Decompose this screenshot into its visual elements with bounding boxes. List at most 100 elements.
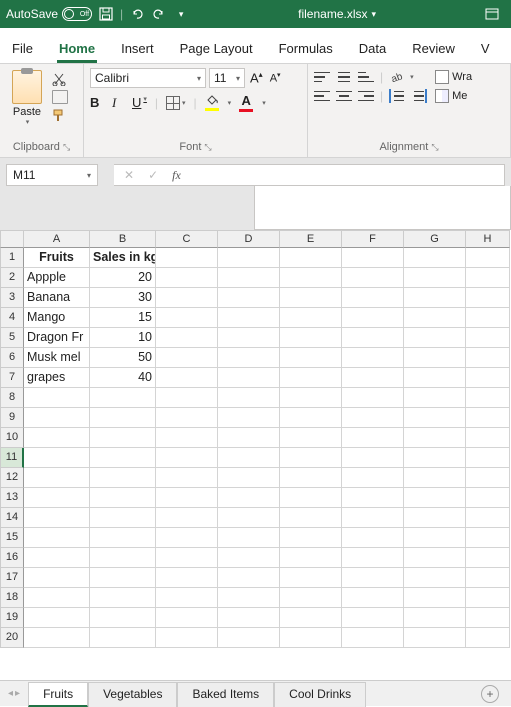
sheet-tab-fruits[interactable]: Fruits bbox=[28, 682, 88, 707]
cell-G11[interactable] bbox=[404, 448, 466, 468]
cell-E11[interactable] bbox=[280, 448, 342, 468]
cell-D18[interactable] bbox=[218, 588, 280, 608]
cell-B20[interactable] bbox=[90, 628, 156, 648]
cell-A17[interactable] bbox=[24, 568, 90, 588]
formula-input[interactable] bbox=[191, 164, 505, 186]
cell-H6[interactable] bbox=[466, 348, 510, 368]
column-header-E[interactable]: E bbox=[280, 230, 342, 248]
cell-A1[interactable]: Fruits bbox=[24, 248, 90, 268]
column-header-G[interactable]: G bbox=[404, 230, 466, 248]
cell-F18[interactable] bbox=[342, 588, 404, 608]
cell-E1[interactable] bbox=[280, 248, 342, 268]
cell-E13[interactable] bbox=[280, 488, 342, 508]
cell-B15[interactable] bbox=[90, 528, 156, 548]
row-header-4[interactable]: 4 bbox=[0, 308, 24, 328]
cell-A13[interactable] bbox=[24, 488, 90, 508]
row-header-12[interactable]: 12 bbox=[0, 468, 24, 488]
cell-E15[interactable] bbox=[280, 528, 342, 548]
cell-F17[interactable] bbox=[342, 568, 404, 588]
merge-center-button[interactable]: Me bbox=[435, 89, 472, 103]
title-dropdown-icon[interactable]: ▾ bbox=[372, 9, 377, 20]
cell-D6[interactable] bbox=[218, 348, 280, 368]
cell-H12[interactable] bbox=[466, 468, 510, 488]
cell-E20[interactable] bbox=[280, 628, 342, 648]
autosave-toggle[interactable]: AutoSave Off bbox=[6, 7, 92, 21]
column-header-B[interactable]: B bbox=[90, 230, 156, 248]
cell-A10[interactable] bbox=[24, 428, 90, 448]
column-header-H[interactable]: H bbox=[466, 230, 510, 248]
undo-icon[interactable] bbox=[129, 6, 145, 22]
cell-E3[interactable] bbox=[280, 288, 342, 308]
cell-F5[interactable] bbox=[342, 328, 404, 348]
underline-button[interactable]: U▾ bbox=[132, 95, 147, 110]
cell-D15[interactable] bbox=[218, 528, 280, 548]
row-header-19[interactable]: 19 bbox=[0, 608, 24, 628]
cell-B9[interactable] bbox=[90, 408, 156, 428]
cell-E2[interactable] bbox=[280, 268, 342, 288]
row-header-13[interactable]: 13 bbox=[0, 488, 24, 508]
cell-A16[interactable] bbox=[24, 548, 90, 568]
cell-E9[interactable] bbox=[280, 408, 342, 428]
row-header-15[interactable]: 15 bbox=[0, 528, 24, 548]
cell-A5[interactable]: Dragon Fr bbox=[24, 328, 90, 348]
cell-H13[interactable] bbox=[466, 488, 510, 508]
cell-C1[interactable] bbox=[156, 248, 218, 268]
cell-G17[interactable] bbox=[404, 568, 466, 588]
row-header-14[interactable]: 14 bbox=[0, 508, 24, 528]
cell-H15[interactable] bbox=[466, 528, 510, 548]
row-header-16[interactable]: 16 bbox=[0, 548, 24, 568]
cell-C7[interactable] bbox=[156, 368, 218, 388]
cell-C4[interactable] bbox=[156, 308, 218, 328]
cell-F14[interactable] bbox=[342, 508, 404, 528]
cell-G15[interactable] bbox=[404, 528, 466, 548]
row-header-8[interactable]: 8 bbox=[0, 388, 24, 408]
cell-E14[interactable] bbox=[280, 508, 342, 528]
orientation-button[interactable]: ab bbox=[389, 70, 403, 84]
cell-B17[interactable] bbox=[90, 568, 156, 588]
cell-F9[interactable] bbox=[342, 408, 404, 428]
cell-H16[interactable] bbox=[466, 548, 510, 568]
cell-F4[interactable] bbox=[342, 308, 404, 328]
tab-formulas[interactable]: Formulas bbox=[277, 33, 335, 63]
cell-G2[interactable] bbox=[404, 268, 466, 288]
row-header-3[interactable]: 3 bbox=[0, 288, 24, 308]
tab-insert[interactable]: Insert bbox=[119, 33, 156, 63]
cell-B11[interactable] bbox=[90, 448, 156, 468]
cell-H9[interactable] bbox=[466, 408, 510, 428]
decrease-indent-button[interactable] bbox=[389, 89, 405, 103]
cell-G20[interactable] bbox=[404, 628, 466, 648]
add-sheet-button[interactable]: + bbox=[481, 685, 499, 703]
save-icon[interactable] bbox=[98, 6, 114, 22]
cell-G8[interactable] bbox=[404, 388, 466, 408]
cell-A20[interactable] bbox=[24, 628, 90, 648]
fill-dropdown-icon[interactable]: ▾ bbox=[228, 99, 232, 107]
cut-icon[interactable] bbox=[52, 72, 68, 86]
cell-B3[interactable]: 30 bbox=[90, 288, 156, 308]
sheet-nav[interactable]: ◂▸ bbox=[6, 688, 28, 699]
cell-H10[interactable] bbox=[466, 428, 510, 448]
italic-button[interactable]: I bbox=[112, 95, 124, 111]
cell-H3[interactable] bbox=[466, 288, 510, 308]
cell-E12[interactable] bbox=[280, 468, 342, 488]
redo-icon[interactable] bbox=[151, 6, 167, 22]
cell-E5[interactable] bbox=[280, 328, 342, 348]
cell-D7[interactable] bbox=[218, 368, 280, 388]
cell-H14[interactable] bbox=[466, 508, 510, 528]
cell-D17[interactable] bbox=[218, 568, 280, 588]
column-header-C[interactable]: C bbox=[156, 230, 218, 248]
fontcolor-dropdown-icon[interactable]: ▾ bbox=[262, 99, 266, 107]
cell-C2[interactable] bbox=[156, 268, 218, 288]
cell-A3[interactable]: Banana bbox=[24, 288, 90, 308]
cell-B12[interactable] bbox=[90, 468, 156, 488]
cell-C10[interactable] bbox=[156, 428, 218, 448]
cell-D10[interactable] bbox=[218, 428, 280, 448]
shrink-font-button[interactable]: A▾ bbox=[268, 71, 283, 85]
align-bottom-button[interactable] bbox=[358, 70, 374, 84]
fill-color-button[interactable] bbox=[205, 95, 219, 111]
cell-D2[interactable] bbox=[218, 268, 280, 288]
font-dialog-launcher-icon[interactable]: ⤡ bbox=[204, 142, 211, 153]
cell-C16[interactable] bbox=[156, 548, 218, 568]
nav-prev-icon[interactable]: ◂ bbox=[8, 688, 13, 699]
cell-G13[interactable] bbox=[404, 488, 466, 508]
cell-B1[interactable]: Sales in kg bbox=[90, 248, 156, 268]
